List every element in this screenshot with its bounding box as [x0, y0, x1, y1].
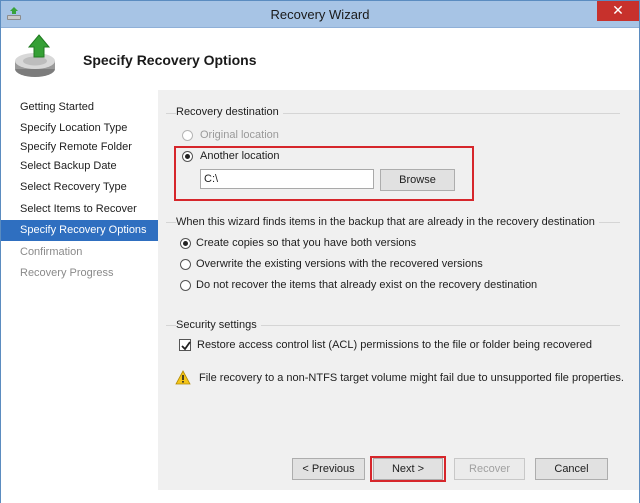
- overwrite-label[interactable]: Overwrite the existing versions with the…: [196, 258, 483, 270]
- cancel-button[interactable]: Cancel: [535, 458, 608, 480]
- overwrite-radio[interactable]: [180, 259, 191, 270]
- title-bar[interactable]: Recovery Wizard ✕: [1, 1, 639, 28]
- original-location-radio: [182, 130, 193, 141]
- step-select-backup-date[interactable]: Select Backup Date: [1, 156, 158, 177]
- create-copies-label[interactable]: Create copies so that you have both vers…: [196, 237, 416, 249]
- wizard-steps-sidebar: Getting Started Specify Location Type Sp…: [1, 90, 158, 490]
- recover-button: Recover: [454, 458, 525, 480]
- bottom-strip: [1, 490, 639, 503]
- window-title: Recovery Wizard: [270, 7, 370, 22]
- previous-button[interactable]: < Previous: [292, 458, 365, 480]
- step-specify-location-type[interactable]: Specify Location Type: [1, 118, 158, 139]
- create-copies-radio[interactable]: [180, 238, 191, 249]
- wizard-header: Specify Recovery Options: [1, 29, 639, 89]
- restore-acl-label[interactable]: Restore access control list (ACL) permis…: [197, 339, 592, 351]
- next-button[interactable]: Next >: [373, 458, 443, 480]
- warning-text: File recovery to a non-NTFS target volum…: [199, 372, 624, 384]
- browse-button[interactable]: Browse: [380, 169, 455, 191]
- another-location-radio[interactable]: [182, 151, 193, 162]
- backup-drive-icon: [15, 34, 55, 77]
- step-select-recovery-type[interactable]: Select Recovery Type: [1, 177, 158, 198]
- destination-group-label: Recovery destination: [176, 106, 283, 118]
- warning-icon: [175, 370, 191, 385]
- security-group-label: Security settings: [176, 319, 261, 331]
- do-not-recover-radio[interactable]: [180, 280, 191, 291]
- do-not-recover-label[interactable]: Do not recover the items that already ex…: [196, 279, 537, 291]
- recovery-path-input[interactable]: C:\: [200, 169, 374, 189]
- page-title: Specify Recovery Options: [83, 52, 257, 68]
- conflict-group-label: When this wizard finds items in the back…: [176, 216, 599, 228]
- close-button[interactable]: ✕: [597, 1, 639, 21]
- checkmark-icon: [181, 341, 191, 351]
- wizard-content: Recovery destination Original location A…: [158, 90, 639, 490]
- step-confirmation: Confirmation: [20, 246, 83, 258]
- recovery-wizard-window: Recovery Wizard ✕ Specify Recovery Optio…: [0, 0, 640, 503]
- original-location-label: Original location: [200, 129, 279, 141]
- restore-acl-checkbox[interactable]: [179, 339, 191, 351]
- step-specify-recovery-options[interactable]: Specify Recovery Options: [1, 220, 158, 241]
- step-specify-remote-folder[interactable]: Specify Remote Folder: [1, 137, 158, 158]
- step-select-items-to-recover[interactable]: Select Items to Recover: [1, 199, 158, 220]
- step-getting-started[interactable]: Getting Started: [1, 97, 158, 118]
- step-recovery-progress: Recovery Progress: [20, 267, 114, 279]
- another-location-label[interactable]: Another location: [200, 150, 280, 162]
